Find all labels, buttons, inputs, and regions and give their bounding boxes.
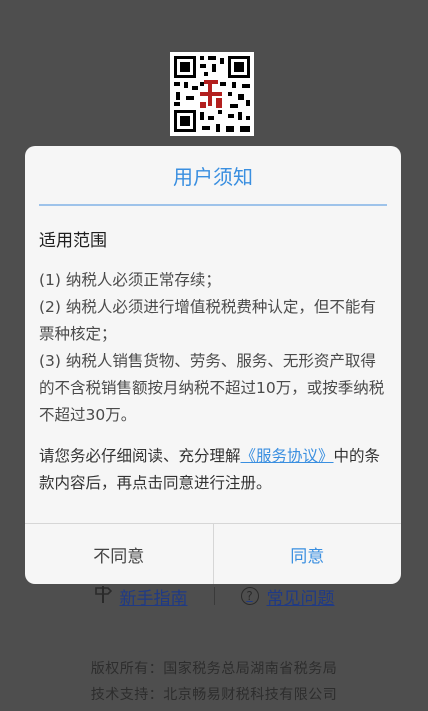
beginner-guide-label: 新手指南 [119, 588, 188, 609]
rule-item: (3) 纳税人销售货物、劳务、服务、无形资产取得的不含税销售额按月纳税不超过10… [39, 352, 385, 424]
copyright-text: 版权所有：国家税务总局湖南省税务局 [90, 661, 338, 677]
question-circle-icon: ? [240, 587, 259, 605]
faq-link[interactable]: ? 常见问题 [240, 584, 335, 609]
dialog-body: 适用范围 (1) 纳税人必须正常存续； (2) 纳税人必须进行增值税税费种认定，… [25, 206, 401, 497]
rule-item: (1) 纳税人必须正常存续； [39, 271, 221, 289]
beginner-guide-link[interactable]: 新手指南 [94, 584, 188, 609]
help-links: 新手指南 ? 常见问题 [0, 580, 428, 612]
agree-button[interactable]: 同意 [214, 524, 402, 584]
disagree-button[interactable]: 不同意 [25, 524, 214, 584]
link-divider [213, 587, 215, 605]
qr-code-graphic [170, 52, 254, 136]
notice-text-before: 请您务必仔细阅读、充分理解 [39, 447, 241, 465]
rule-item: (2) 纳税人必须进行增值税税费种认定，但不能有票种核定； [39, 298, 376, 343]
dialog-title: 用户须知 [173, 164, 253, 189]
scope-heading: 适用范围 [39, 231, 107, 251]
qr-code-image [170, 52, 254, 136]
signpost-icon [94, 584, 112, 609]
faq-label: 常见问题 [266, 588, 335, 609]
tech-support-text: 技术支持：北京畅易财税科技有限公司 [90, 687, 338, 703]
service-agreement-link[interactable]: 《服务协议》 [241, 447, 334, 465]
user-notice-dialog: 用户须知 适用范围 (1) 纳税人必须正常存续； (2) 纳税人必须进行增值税税… [25, 146, 401, 584]
agreement-notice: 请您务必仔细阅读、充分理解《服务协议》中的条款内容后，再点击同意进行注册。 [39, 443, 387, 497]
dialog-button-row: 不同意 同意 [25, 523, 401, 584]
